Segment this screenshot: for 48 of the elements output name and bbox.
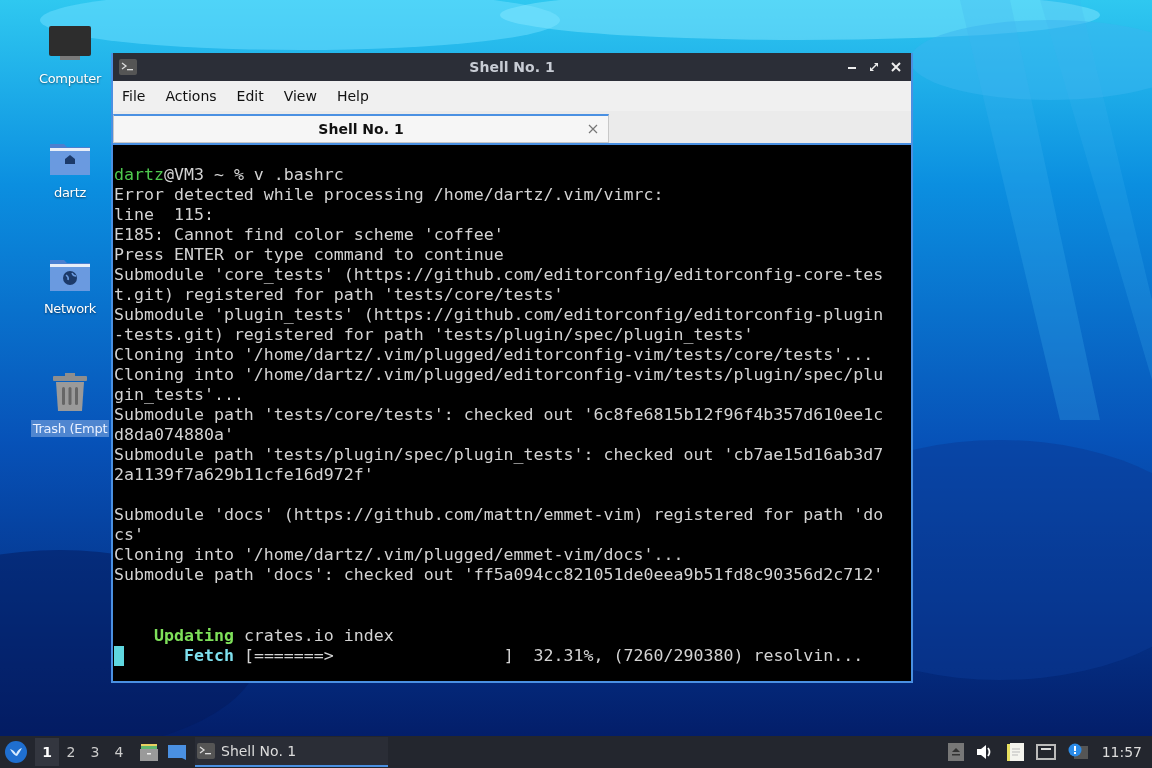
menu-item[interactable]: Edit [236,88,276,104]
taskbar-window-button[interactable]: Shell No. 1 [195,737,388,767]
terminal-line: Fetch [=======> ] 32.31%, (7260/290380) resolvin... [182,646,864,666]
terminal-line: Cloning into '/home/dartz/.vim/plugged/editorconfig-vim/tests/core/tests'... [114,345,874,365]
terminal-line: Submodule 'docs' (https://github.com/mattn/emmet-vim) registered for path 'do [114,505,884,525]
terminal-line: Press ENTER or type command to continue [114,245,504,265]
terminal-line: dartz@VM3 ~ % v .bashrc [114,165,344,185]
terminal-icon [119,59,137,75]
menu-item[interactable]: View [283,88,329,104]
workspace-button[interactable]: 4 [107,738,131,766]
terminal-line: gin_tests'... [114,385,244,405]
maximize-icon[interactable] [869,62,879,72]
terminal-line: 2a1139f7a629b11cfe16d972f' [114,465,374,485]
workspace-button[interactable]: 1 [35,738,59,766]
notification-icon[interactable] [1067,743,1088,761]
terminal-line: t.git) registered for path 'tests/core/tests' [114,285,564,305]
start-menu-icon[interactable] [5,741,27,763]
terminal-line: Submodule path 'tests/plugin/spec/plugin_tests': checked out 'cb7ae15d16ab3d7 [114,445,884,465]
eject-icon[interactable] [947,743,964,761]
terminal-line: Cloning into '/home/dartz/.vim/plugged/emmet-vim/docs'... [114,545,684,565]
clock: 11:57 [1101,744,1142,760]
window-title: Shell No. 1 [468,59,556,75]
terminal-line: line 115: [114,205,214,225]
terminal-line: cs' [114,525,144,545]
terminal-icon [197,743,215,759]
network-port-icon[interactable] [1035,744,1056,760]
terminal-line: -tests.git) registered for path 'tests/plugin/spec/plugin_tests' [114,325,754,345]
tab[interactable]: Shell No. 1 [113,114,609,143]
terminal-line: d8da074880a' [114,425,234,445]
workspace-button[interactable]: 3 [83,738,107,766]
terminal-line: Submodule path 'tests/core/tests': checked out '6c8fe6815b12f96f4b357d610ee1c [114,405,884,425]
terminal-line: Submodule path 'docs': checked out 'ff5a094cc821051de0eea9b51fd8c90356d2c712' [114,565,884,585]
terminal-line: E185: Cannot find color scheme 'coffee' [114,225,504,245]
desktop-icon[interactable] [167,743,187,761]
terminal-line: Submodule 'plugin_tests' (https://github.com/editorconfig/editorconfig-plugin [114,305,884,325]
menu-item[interactable]: Actions [165,88,229,104]
workspace-button[interactable]: 2 [59,738,83,766]
icon-label[interactable]: dartz [52,184,88,201]
icon-label[interactable]: Network [41,300,99,317]
terminal-line: Updating crates.io index [152,626,394,646]
menu-item[interactable]: File [122,88,158,104]
terminal-line: Cloning into '/home/dartz/.vim/plugged/editorconfig-vim/tests/plugin/spec/plu [114,365,884,385]
terminal-line: Submodule 'core_tests' (https://github.com/editorconfig/editorconfig-core-tes [114,265,884,285]
file-cabinet-icon[interactable] [139,742,159,762]
menu-item[interactable]: Help [336,88,381,104]
terminal-line: Error detected while processing /home/dartz/.vim/vimrc: [114,185,664,205]
clipboard-icon[interactable] [1005,742,1024,762]
monitor-icon[interactable] [48,24,92,62]
